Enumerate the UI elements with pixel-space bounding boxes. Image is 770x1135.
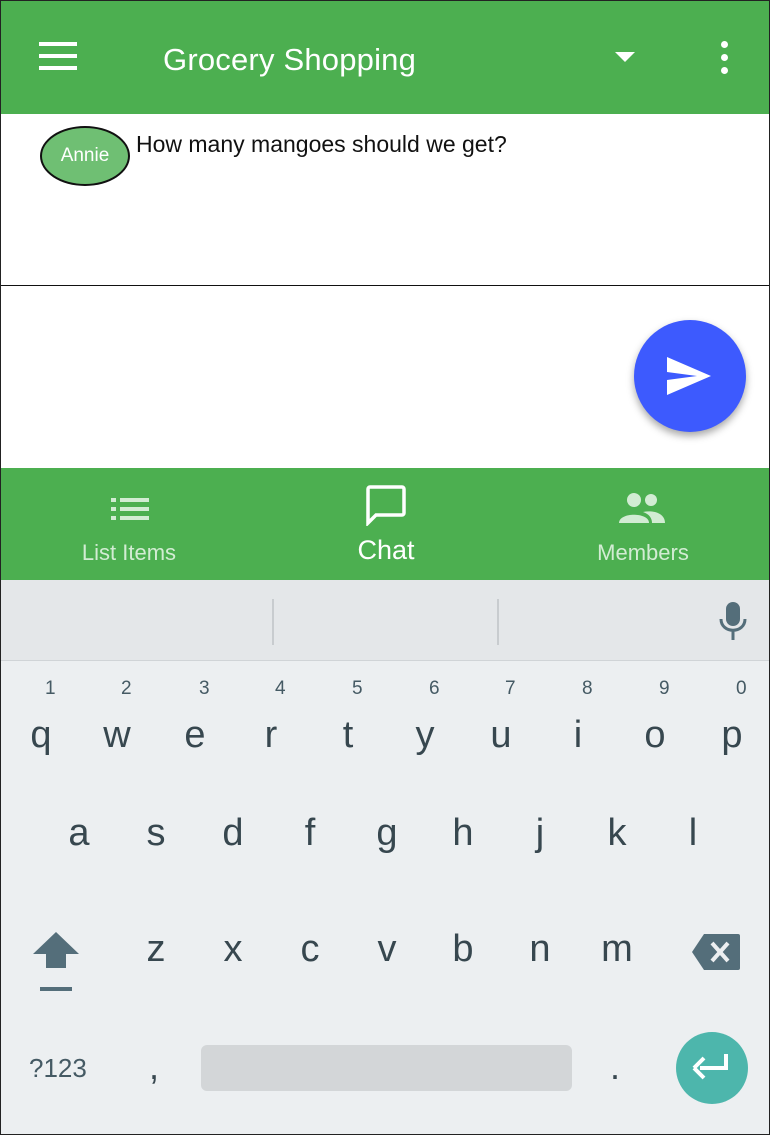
key-k[interactable]: k xyxy=(587,812,647,912)
key-y[interactable]: 6y xyxy=(395,672,455,772)
symbols-key[interactable]: ?123 xyxy=(29,1053,87,1084)
microphone-icon[interactable] xyxy=(717,600,749,642)
key-h[interactable]: h xyxy=(433,812,493,912)
key-s[interactable]: s xyxy=(126,812,186,912)
key-u[interactable]: 7u xyxy=(471,672,531,772)
bottom-navigation: List Items Chat Members xyxy=(1,468,769,580)
key-f[interactable]: f xyxy=(280,812,340,912)
enter-icon xyxy=(692,1054,728,1080)
key-q[interactable]: 1q xyxy=(11,672,71,772)
key-d[interactable]: d xyxy=(203,812,263,912)
app-screen: Grocery Shopping Annie How many mangoes … xyxy=(0,0,770,1135)
key-j[interactable]: j xyxy=(510,812,570,912)
key-t[interactable]: 5t xyxy=(318,672,378,772)
chat-message-list: Annie How many mangoes should we get? xyxy=(1,114,769,286)
backspace-key[interactable] xyxy=(690,932,742,972)
more-vert-icon[interactable] xyxy=(713,41,737,77)
backspace-icon xyxy=(692,934,740,970)
key-a[interactable]: a xyxy=(49,812,109,912)
tab-chat-label: Chat xyxy=(357,535,415,565)
key-i[interactable]: 8i xyxy=(548,672,608,772)
tab-chat[interactable]: Chat xyxy=(257,468,515,580)
sender-avatar: Annie xyxy=(40,126,130,186)
key-e[interactable]: 3e xyxy=(165,672,225,772)
key-x[interactable]: x xyxy=(203,928,263,1028)
list-title[interactable]: Grocery Shopping xyxy=(163,41,416,79)
message-composer xyxy=(1,287,769,468)
send-icon xyxy=(667,357,711,395)
tab-list-items[interactable]: List Items xyxy=(1,468,257,580)
chat-bubble-icon xyxy=(366,485,406,526)
comma-key[interactable]: , xyxy=(149,1046,159,1088)
suggestion-strip xyxy=(1,580,769,661)
soft-keyboard: 1q 2w 3e 4r 5t 6y 7u 8i 9o 0p a s d f g … xyxy=(1,580,769,1134)
list-icon xyxy=(111,498,149,520)
key-r[interactable]: 4r xyxy=(241,672,301,772)
message-input[interactable] xyxy=(21,317,611,437)
key-b[interactable]: b xyxy=(433,928,493,1028)
period-key[interactable]: . xyxy=(610,1046,620,1088)
tab-list-items-label: List Items xyxy=(81,540,177,565)
key-g[interactable]: g xyxy=(357,812,417,912)
key-o[interactable]: 9o xyxy=(625,672,685,772)
key-p[interactable]: 0p xyxy=(702,672,762,772)
app-bar: Grocery Shopping xyxy=(1,1,769,114)
shift-icon xyxy=(33,932,79,991)
key-l[interactable]: l xyxy=(663,812,723,912)
space-key[interactable] xyxy=(201,1045,572,1091)
shift-key[interactable] xyxy=(31,930,81,1000)
tab-members[interactable]: Members xyxy=(515,468,769,580)
people-icon xyxy=(619,493,665,523)
suggestion-divider xyxy=(497,599,499,645)
key-c[interactable]: c xyxy=(280,928,340,1028)
key-m[interactable]: m xyxy=(587,928,647,1028)
hamburger-menu-icon[interactable] xyxy=(39,42,77,70)
key-z[interactable]: z xyxy=(126,928,186,1028)
suggestion-divider xyxy=(272,599,274,645)
caret-down-icon[interactable] xyxy=(605,45,645,69)
send-button[interactable] xyxy=(634,320,746,432)
enter-key[interactable] xyxy=(676,1032,748,1104)
tab-members-label: Members xyxy=(597,540,689,565)
key-w[interactable]: 2w xyxy=(87,672,147,772)
message-text: How many mangoes should we get? xyxy=(136,131,507,157)
key-n[interactable]: n xyxy=(510,928,570,1028)
key-v[interactable]: v xyxy=(357,928,417,1028)
